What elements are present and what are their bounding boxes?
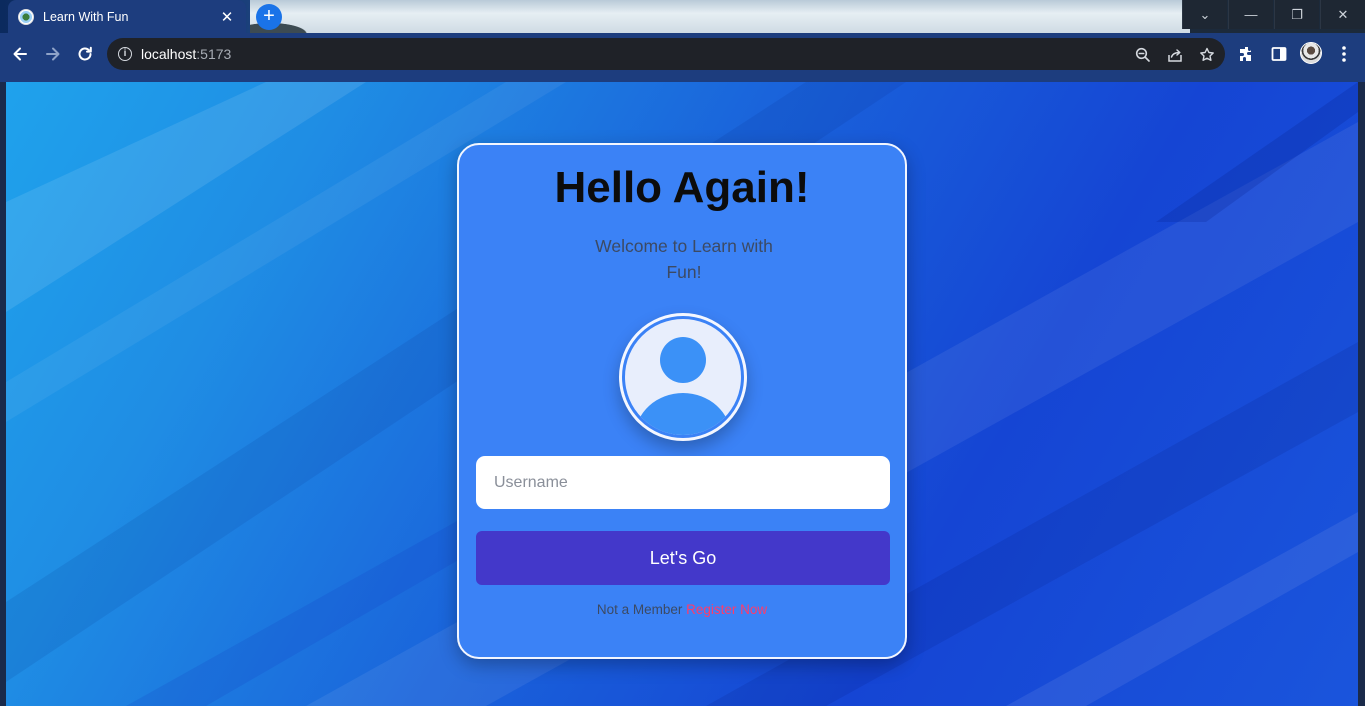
zoom-icon[interactable] (1134, 46, 1152, 64)
register-prompt: Not a Member Register Now (459, 602, 905, 617)
url-port: :5173 (196, 46, 232, 62)
profile-picture[interactable] (619, 313, 747, 441)
side-panel-icon[interactable] (1268, 43, 1290, 65)
back-button[interactable] (6, 40, 34, 68)
register-now-link[interactable]: Register Now (686, 602, 767, 617)
restore-button[interactable]: ❐ (1274, 0, 1319, 29)
window-background-image (250, 0, 1190, 33)
url-host: localhost (141, 46, 197, 62)
lets-go-button[interactable]: Let's Go (476, 531, 890, 585)
browser-title-bar: Learn With Fun ✕ + ⌄ — ❐ ✕ (0, 0, 1365, 33)
close-window-button[interactable]: ✕ (1320, 0, 1365, 29)
site-info-icon[interactable]: i (118, 47, 132, 61)
page-viewport: Hello Again! Welcome to Learn with Fun! … (6, 82, 1358, 706)
login-title: Hello Again! (554, 163, 810, 212)
reload-button[interactable] (71, 40, 99, 68)
login-subtitle: Welcome to Learn with Fun! (595, 236, 773, 282)
arrow-right-icon (46, 47, 60, 61)
arrow-left-icon (13, 47, 27, 61)
login-card: Hello Again! Welcome to Learn with Fun! … (457, 143, 907, 659)
site-favicon-icon (18, 8, 34, 25)
minimize-button[interactable]: — (1228, 0, 1273, 29)
profile-avatar[interactable] (1300, 42, 1322, 64)
bookmark-star-icon[interactable] (1198, 46, 1216, 64)
address-bar[interactable]: i localhost:5173 (107, 38, 1225, 70)
tab-close-icon[interactable]: ✕ (218, 8, 236, 26)
tab-search-button[interactable]: ⌄ (1182, 0, 1227, 29)
user-avatar-icon (625, 319, 741, 435)
reload-icon (78, 46, 92, 61)
forward-button[interactable] (39, 40, 67, 68)
browser-toolbar: i localhost:5173 (0, 33, 1365, 76)
extensions-icon[interactable] (1236, 43, 1258, 65)
new-tab-button[interactable]: + (256, 4, 282, 30)
share-icon[interactable] (1166, 46, 1184, 64)
not-member-text: Not a Member (596, 602, 683, 617)
tab-title: Learn With Fun (43, 9, 129, 24)
browser-tab-active[interactable]: Learn With Fun ✕ (8, 0, 246, 33)
menu-kebab-icon[interactable] (1333, 43, 1355, 65)
username-input[interactable] (476, 456, 890, 509)
